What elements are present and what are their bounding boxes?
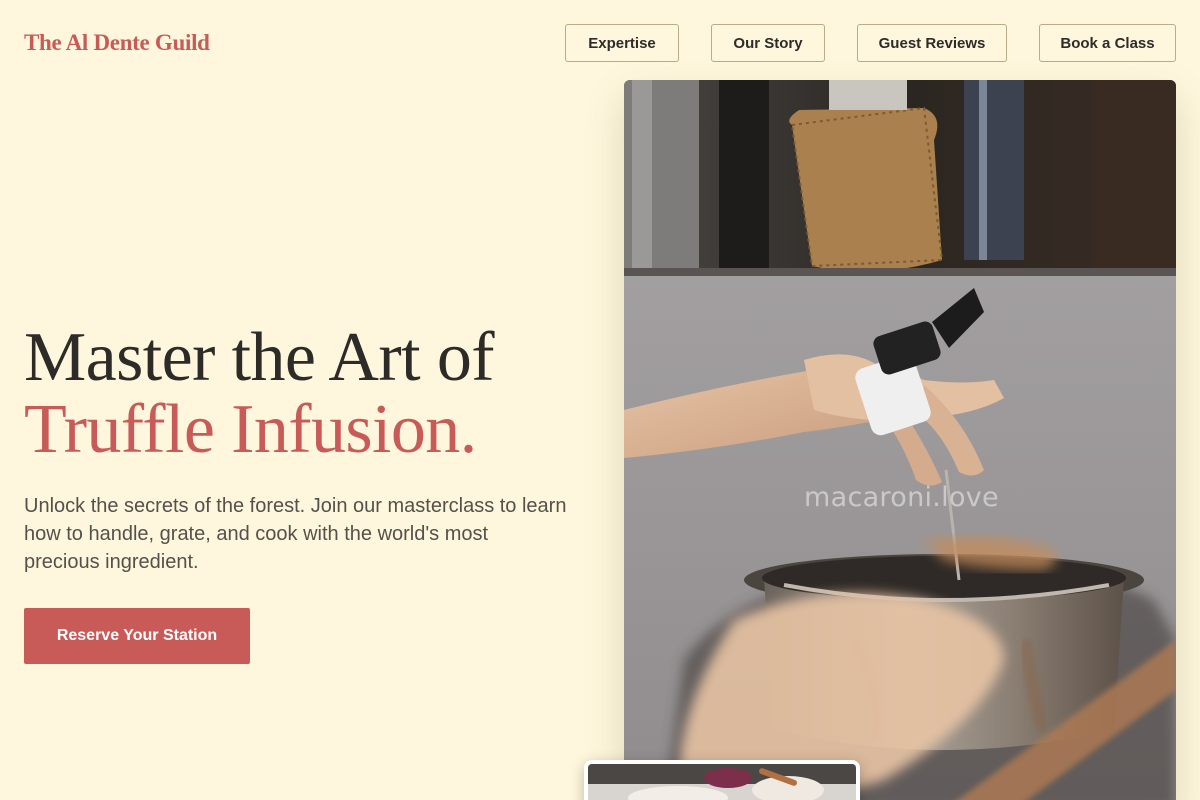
nav-book-class-button[interactable]: Book a Class [1039,24,1176,62]
main-nav: Expertise Our Story Guest Reviews Book a… [565,24,1176,62]
brand-logo[interactable]: The Al Dente Guild [24,30,210,56]
photo-watermark: macaroni.love [804,482,999,513]
hero-heading: Master the Art of Truffle Infusion. [24,319,495,468]
thumbnail-illustration [588,764,856,800]
reserve-station-button[interactable]: Reserve Your Station [24,608,250,664]
thumbnail-photo[interactable] [584,760,860,800]
nav-our-story-button[interactable]: Our Story [711,24,825,62]
hero-photo: macaroni.love [624,80,1176,800]
hero-heading-line-2: Truffle Infusion. [24,391,477,468]
hero-description: Unlock the secrets of the forest. Join o… [24,495,567,573]
hero-heading-line-1: Master the Art of [24,319,495,396]
cooking-photo-illustration [624,80,1176,800]
nav-expertise-button[interactable]: Expertise [565,24,679,62]
nav-guest-reviews-button[interactable]: Guest Reviews [857,24,1007,62]
